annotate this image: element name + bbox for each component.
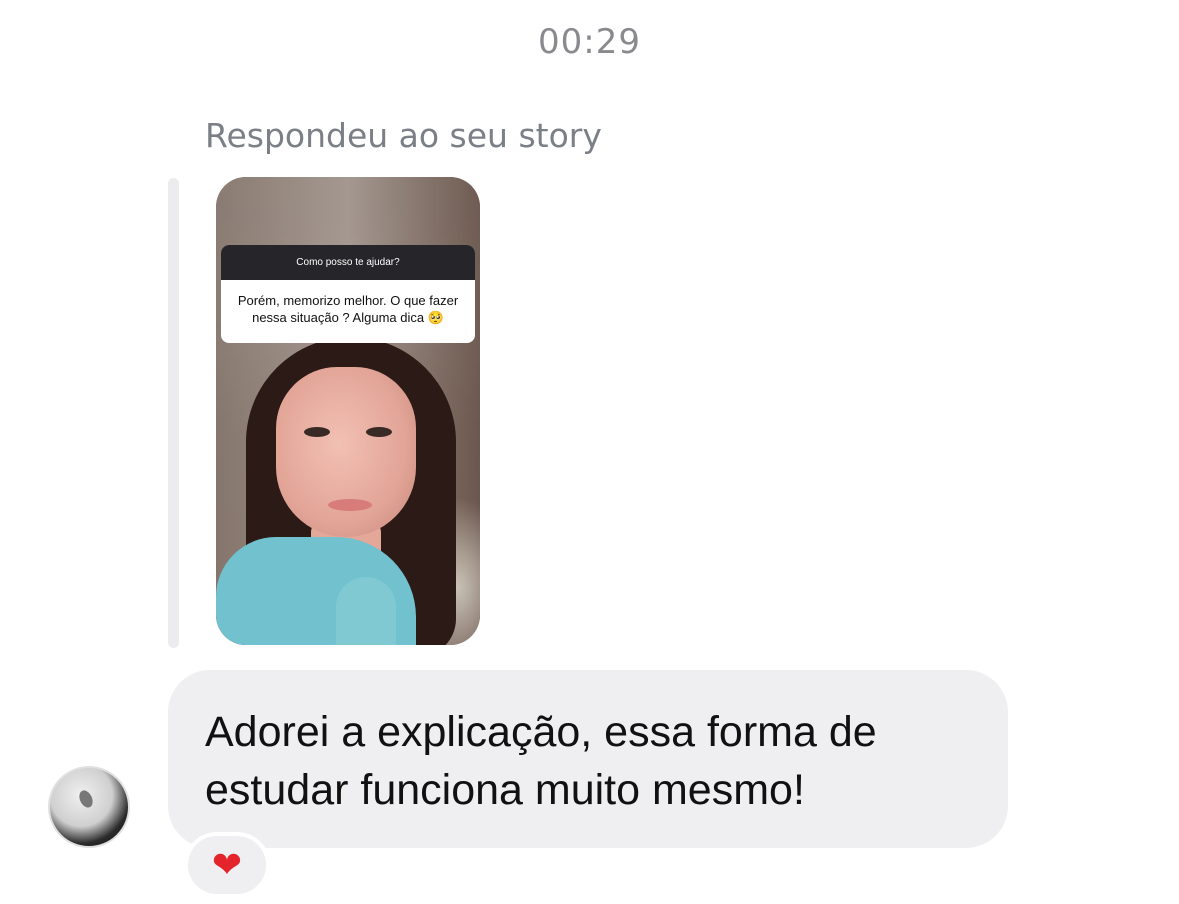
story-thumbnail[interactable]: Como posso te ajudar? Porém, memorizo me… — [216, 177, 480, 645]
question-sticker-title: Como posso te ajudar? — [221, 245, 475, 280]
heart-reaction[interactable]: ❤ — [184, 832, 270, 898]
question-answer-line-2: nessa situação ? Alguma dica 🥺 — [252, 310, 444, 325]
story-person-eye-right — [366, 427, 392, 437]
reply-caption: Respondeu ao seu story — [205, 116, 602, 155]
message-line-1: Adorei a explicação, essa forma de — [205, 708, 877, 756]
timestamp: 00:29 — [538, 22, 641, 62]
reply-indicator-bar — [168, 178, 179, 648]
story-person-face — [276, 367, 416, 537]
question-answer-line-1: Porém, memorizo melhor. O que fazer — [237, 293, 459, 308]
story-person-mouth — [328, 499, 372, 511]
avatar-highlight — [76, 788, 96, 810]
heart-icon: ❤ — [211, 844, 243, 885]
story-person-sweater-detail — [336, 577, 396, 645]
story-person-eye-left — [304, 427, 330, 437]
message-line-2: estudar funciona muito mesmo! — [205, 766, 805, 814]
message-bubble[interactable]: Adorei a explicação, essa forma de estud… — [168, 670, 1008, 848]
question-sticker-answer: Porém, memorizo melhor. O que fazer ness… — [221, 280, 475, 326]
sender-avatar[interactable] — [48, 766, 130, 848]
question-sticker: Como posso te ajudar? Porém, memorizo me… — [221, 245, 475, 343]
